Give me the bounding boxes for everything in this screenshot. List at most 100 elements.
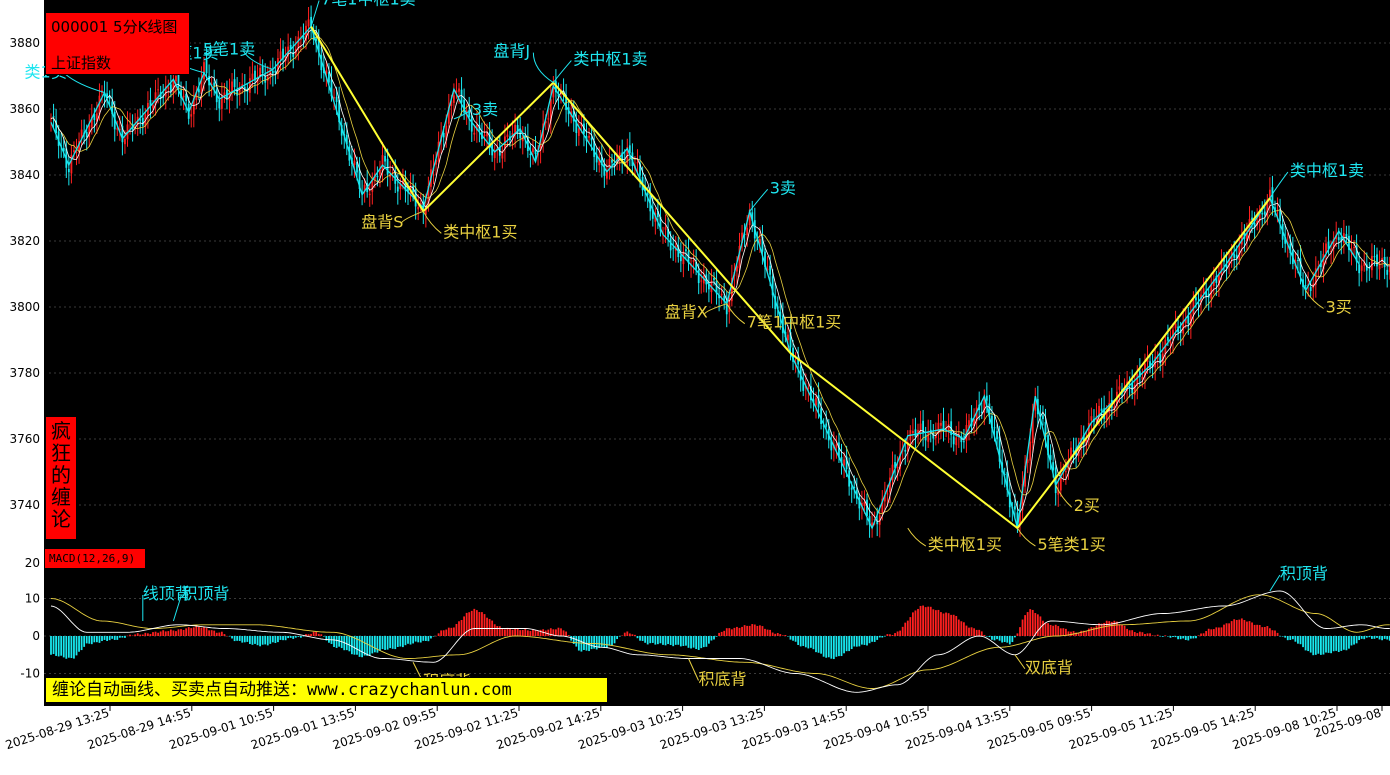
macd-bar (396, 636, 399, 647)
chart-root: 3740 3760 3780 3800 3820 3840 3860 3880 20 10 0 -10… (0, 0, 1390, 775)
macd-bar (1210, 629, 1213, 636)
candle (1174, 323, 1177, 329)
candle (547, 118, 550, 120)
macd-bar (1116, 621, 1118, 636)
macd-bar (1202, 633, 1205, 636)
macd-bar (404, 636, 407, 646)
macd-bar (917, 608, 919, 636)
macd-bar (881, 636, 884, 638)
macd-bar (606, 636, 608, 648)
macd-bar (394, 636, 397, 650)
macd-bar (182, 629, 185, 636)
candle (1353, 247, 1355, 249)
macd-bar (769, 629, 771, 636)
macd-bar (1348, 636, 1350, 649)
candle (1376, 254, 1378, 267)
macd-bar (669, 636, 672, 645)
macd-bar (820, 636, 822, 654)
macd-bar (667, 636, 669, 645)
macd-bar (1085, 630, 1088, 636)
candle (1358, 264, 1361, 274)
macd-bar (1368, 636, 1371, 638)
macd-bar (445, 629, 448, 636)
macd-bar (1309, 636, 1312, 653)
macd-bar (261, 636, 264, 645)
macd-bar (812, 636, 815, 650)
macd-bar (264, 636, 267, 645)
candle (1263, 211, 1266, 215)
macd-bar (1220, 627, 1223, 636)
macd-bar (455, 623, 458, 636)
macd-bar (424, 636, 427, 641)
macd-bar (279, 636, 282, 640)
macd-bar (164, 631, 167, 636)
macd-bar (180, 629, 182, 636)
macd-bar (407, 636, 409, 644)
macd-bar (80, 636, 83, 651)
macd-bar (963, 622, 965, 636)
macd-bar (909, 617, 912, 636)
macd-bar (358, 636, 361, 657)
annotation-label: 3买 (1326, 298, 1352, 317)
candle (376, 175, 379, 178)
macd-bar (906, 620, 909, 636)
macd-bar (1330, 636, 1332, 654)
y-axis: 3740 3760 3780 3800 3820 3840 3860 3880 20 10 0 -10 (9, 36, 49, 681)
candle (483, 134, 486, 137)
macd-bar (672, 636, 675, 647)
macd-bar (231, 636, 233, 639)
macd-bar (664, 636, 667, 646)
macd-bar (644, 636, 647, 643)
macd-bar (159, 631, 162, 636)
candle (679, 255, 682, 262)
macd-bar (1100, 623, 1103, 636)
macd-bar (873, 636, 876, 642)
macd-bar (792, 636, 794, 641)
macd-bar (998, 636, 1001, 641)
macd-bar (685, 636, 687, 646)
candle (993, 427, 996, 429)
macd-bar (391, 636, 394, 649)
macd-bar (965, 625, 968, 636)
macd-bar (728, 628, 731, 636)
candle (825, 423, 828, 427)
macd-bar (157, 632, 159, 636)
macd-bar (848, 636, 851, 652)
macd-bar (302, 636, 305, 637)
macd-bar (950, 614, 953, 636)
macd-bar (618, 636, 621, 637)
macd-bar (192, 627, 195, 636)
macd-bar (249, 636, 251, 644)
macd-bar (1350, 636, 1353, 646)
macd-bar (611, 636, 613, 646)
macd-bar (973, 628, 975, 636)
macd-bar (386, 636, 389, 650)
y-tick-label: 3760 (9, 432, 40, 446)
macd-bar (1279, 636, 1281, 637)
segment-line (310, 25, 1271, 530)
macd-bar (1141, 632, 1144, 636)
annotation-arrow (749, 188, 769, 212)
macd-bar (1325, 636, 1327, 653)
candle (932, 432, 935, 439)
candle (139, 119, 142, 121)
macd-bar (621, 635, 624, 637)
macd-bar (720, 631, 723, 636)
annotation-label: 盘背X (665, 303, 708, 322)
macd-bar (277, 636, 279, 643)
macd-bar (289, 636, 292, 638)
macd-bar (774, 633, 777, 636)
candle (417, 207, 420, 210)
macd-bar (914, 610, 917, 636)
macd-bar (83, 636, 86, 647)
macd-bar (896, 631, 899, 636)
macd-bar (468, 612, 471, 636)
macd-bar (437, 633, 440, 636)
macd-bar (1184, 636, 1187, 641)
macd-bar (1248, 621, 1251, 636)
macd-bar (1284, 636, 1287, 638)
macd-bar (1345, 636, 1348, 651)
macd-bar (1335, 636, 1338, 651)
candle (700, 280, 703, 282)
macd-bar (1044, 622, 1047, 636)
